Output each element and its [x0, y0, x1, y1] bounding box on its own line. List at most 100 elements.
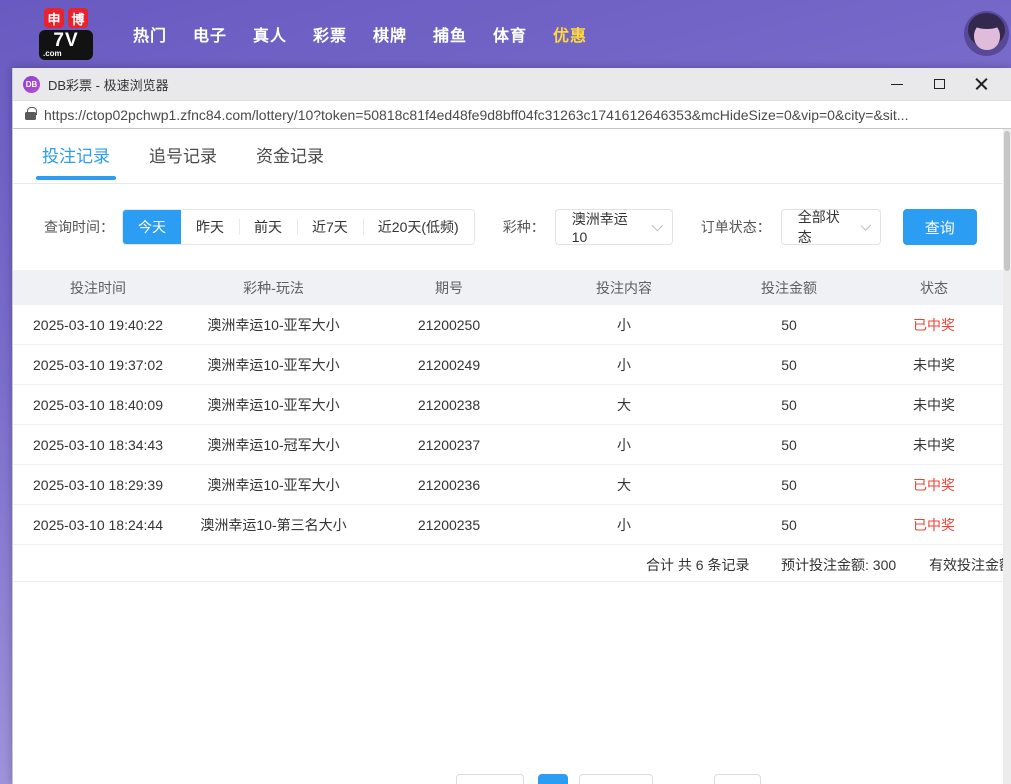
cell-period: 21200250 — [364, 317, 534, 333]
cell-period: 21200249 — [364, 357, 534, 373]
logo-badge-bo: 博 — [68, 8, 88, 28]
time-option-yesterday[interactable]: 昨天 — [181, 210, 239, 244]
bet-records-table: 投注时间 彩种-玩法 期号 投注内容 投注金额 状态 2025-03-10 19… — [13, 270, 1004, 582]
cell-bet-amount: 50 — [714, 317, 864, 333]
browser-window: DB DB彩票 - 极速浏览器 https://ctop02pchwp1.zfn… — [12, 68, 1011, 784]
table-row: 2025-03-10 18:24:44 澳洲幸运10-第三名大小 2120023… — [13, 505, 1004, 545]
time-filter-group: 今天 昨天 前天 近7天 近20天(低频) — [122, 209, 475, 245]
maximize-button[interactable] — [925, 72, 953, 96]
time-option-daybefore[interactable]: 前天 — [239, 210, 297, 244]
cell-bet-time: 2025-03-10 19:37:02 — [13, 357, 183, 373]
table-row: 2025-03-10 19:37:02 澳洲幸运10-亚军大小 21200249… — [13, 345, 1004, 385]
table-row: 2025-03-10 19:40:22 澳洲幸运10-亚军大小 21200250… — [13, 305, 1004, 345]
cell-bet-time: 2025-03-10 18:40:09 — [13, 397, 183, 413]
window-controls — [883, 72, 1001, 96]
cell-game-play: 澳洲幸运10-第三名大小 — [183, 515, 364, 535]
cell-bet-time: 2025-03-10 18:24:44 — [13, 517, 183, 533]
tab-bet-records[interactable]: 投注记录 — [40, 129, 112, 183]
table-header: 投注时间 彩种-玩法 期号 投注内容 投注金额 状态 — [13, 270, 1004, 305]
order-status-select[interactable]: 全部状态 — [781, 209, 881, 245]
status-filter-label: 订单状态： — [701, 217, 771, 237]
url-text: https://ctop02pchwp1.zfnc84.com/lottery/… — [44, 107, 908, 123]
header-bet-amount: 投注金额 — [714, 278, 864, 298]
user-avatar[interactable] — [964, 11, 1009, 56]
cell-period: 21200237 — [364, 437, 534, 453]
cell-period: 21200238 — [364, 397, 534, 413]
menu-item-hot[interactable]: 热门 — [120, 22, 180, 46]
cell-bet-amount: 50 — [714, 477, 864, 493]
close-icon — [975, 78, 988, 91]
summary-expected-amount: 预计投注金额: 300 — [781, 555, 896, 575]
cell-bet-content: 大 — [534, 475, 714, 495]
db-favicon: DB — [23, 76, 40, 93]
cell-bet-amount: 50 — [714, 517, 864, 533]
prev-page-button[interactable]: 上一页 — [456, 774, 524, 784]
header-bet-time: 投注时间 — [13, 278, 183, 298]
menu-item-lottery[interactable]: 彩票 — [300, 22, 360, 46]
cell-status: 已中奖 — [864, 515, 1004, 535]
lottery-filter-label: 彩种： — [503, 217, 545, 237]
cell-bet-time: 2025-03-10 18:29:39 — [13, 477, 183, 493]
cell-status: 未中奖 — [864, 355, 1004, 375]
close-button[interactable] — [967, 72, 995, 96]
cell-status: 未中奖 — [864, 395, 1004, 415]
vertical-scrollbar[interactable] — [1003, 129, 1011, 784]
minimize-icon — [891, 84, 903, 85]
lottery-select[interactable]: 澳洲幸运10 — [555, 209, 673, 245]
chevron-down-icon — [652, 220, 663, 231]
order-status-value: 全部状态 — [798, 207, 847, 247]
menu-item-live[interactable]: 真人 — [240, 22, 300, 46]
address-bar[interactable]: https://ctop02pchwp1.zfnc84.com/lottery/… — [13, 101, 1011, 129]
next-page-button[interactable]: 下一页 — [579, 774, 653, 784]
cell-bet-content: 小 — [534, 355, 714, 375]
cell-game-play: 澳洲幸运10-冠军大小 — [183, 435, 364, 455]
minimize-button[interactable] — [883, 72, 911, 96]
tab-fund-records[interactable]: 资金记录 — [254, 129, 326, 183]
time-option-7days[interactable]: 近7天 — [297, 210, 363, 244]
window-title: DB彩票 - 极速浏览器 — [48, 75, 169, 94]
table-row: 2025-03-10 18:34:43 澳洲幸运10-冠军大小 21200237… — [13, 425, 1004, 465]
window-titlebar: DB DB彩票 - 极速浏览器 — [13, 68, 1011, 101]
current-page-button[interactable]: 1 — [538, 774, 568, 784]
cell-status: 已中奖 — [864, 315, 1004, 335]
scrollbar-thumb[interactable] — [1004, 131, 1010, 271]
logo-text: 7V — [53, 30, 78, 51]
menu-item-promo[interactable]: 优惠 — [540, 22, 600, 46]
cell-period: 21200236 — [364, 477, 534, 493]
maximize-icon — [934, 79, 945, 89]
menu-item-cards[interactable]: 棋牌 — [360, 22, 420, 46]
menu-item-slots[interactable]: 电子 — [180, 22, 240, 46]
cell-game-play: 澳洲幸运10-亚军大小 — [183, 395, 364, 415]
header-bet-content: 投注内容 — [534, 278, 714, 298]
logo-suffix: .com — [39, 50, 93, 58]
summary-record-count: 合计 共 6 条记录 — [646, 555, 749, 575]
page-jump-box[interactable] — [714, 774, 761, 784]
main-menu: 热门 电子 真人 彩票 棋牌 捕鱼 体育 优惠 — [120, 22, 600, 46]
record-tabs: 投注记录 追号记录 资金记录 — [13, 129, 1011, 184]
pagination: 上一页 1 下一页 — [13, 774, 1011, 784]
cell-status: 未中奖 — [864, 435, 1004, 455]
site-logo[interactable]: 申 博 7V .com — [38, 8, 94, 60]
menu-item-fishing[interactable]: 捕鱼 — [420, 22, 480, 46]
tab-chase-records[interactable]: 追号记录 — [147, 129, 219, 183]
time-option-20days[interactable]: 近20天(低频) — [363, 210, 474, 244]
cell-game-play: 澳洲幸运10-亚军大小 — [183, 315, 364, 335]
logo-badges: 申 博 — [44, 8, 88, 28]
filter-bar: 查询时间： 今天 昨天 前天 近7天 近20天(低频) 彩种： 澳洲幸运10 订… — [13, 209, 1011, 245]
summary-valid-amount: 有效投注金额 — [929, 555, 1011, 575]
header-period: 期号 — [364, 278, 534, 298]
cell-bet-content: 小 — [534, 315, 714, 335]
cell-bet-time: 2025-03-10 19:40:22 — [13, 317, 183, 333]
site-nav: 申 博 7V .com 热门 电子 真人 彩票 棋牌 捕鱼 体育 优惠 — [0, 0, 1011, 68]
time-filter-label: 查询时间： — [44, 217, 114, 237]
cell-bet-amount: 50 — [714, 437, 864, 453]
cell-bet-content: 大 — [534, 395, 714, 415]
cell-game-play: 澳洲幸运10-亚军大小 — [183, 475, 364, 495]
time-option-today[interactable]: 今天 — [123, 210, 181, 244]
menu-item-sports[interactable]: 体育 — [480, 22, 540, 46]
cell-bet-amount: 50 — [714, 357, 864, 373]
lock-icon — [25, 112, 36, 120]
query-button[interactable]: 查询 — [903, 209, 977, 245]
header-status: 状态 — [864, 278, 1004, 298]
table-row: 2025-03-10 18:40:09 澳洲幸运10-亚军大小 21200238… — [13, 385, 1004, 425]
